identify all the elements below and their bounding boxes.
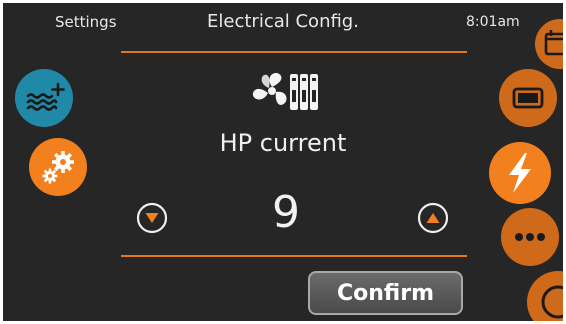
gears-icon	[42, 151, 74, 184]
fan-heatpump-icon	[252, 73, 318, 110]
bottom-divider	[121, 255, 467, 257]
calendar-icon	[544, 30, 563, 56]
water-heat-icon	[26, 82, 65, 111]
display-icon	[512, 87, 544, 109]
nav-more[interactable]	[501, 208, 559, 266]
clock: 8:01am	[466, 14, 520, 30]
arrow-down-icon	[145, 213, 159, 223]
lightning-icon	[509, 153, 531, 193]
nav-electrical[interactable]	[489, 142, 551, 204]
increase-button[interactable]	[417, 202, 449, 234]
nav-water-heat[interactable]	[15, 69, 73, 127]
nav-power[interactable]	[527, 271, 563, 321]
nav-calendar[interactable]	[535, 19, 563, 69]
parameter-value: 9	[272, 187, 300, 238]
nav-settings[interactable]	[29, 138, 87, 196]
power-icon	[541, 285, 563, 319]
confirm-button[interactable]: Confirm	[308, 271, 463, 315]
nav-display[interactable]	[499, 69, 557, 127]
parameter-label: HP current	[219, 129, 347, 157]
arrow-up-icon	[426, 213, 440, 223]
decrease-button[interactable]	[136, 202, 168, 234]
more-icon	[515, 233, 545, 241]
spa-control-screen: Settings Electrical Config. 8:01am HP cu…	[3, 3, 563, 321]
top-divider	[121, 51, 467, 53]
